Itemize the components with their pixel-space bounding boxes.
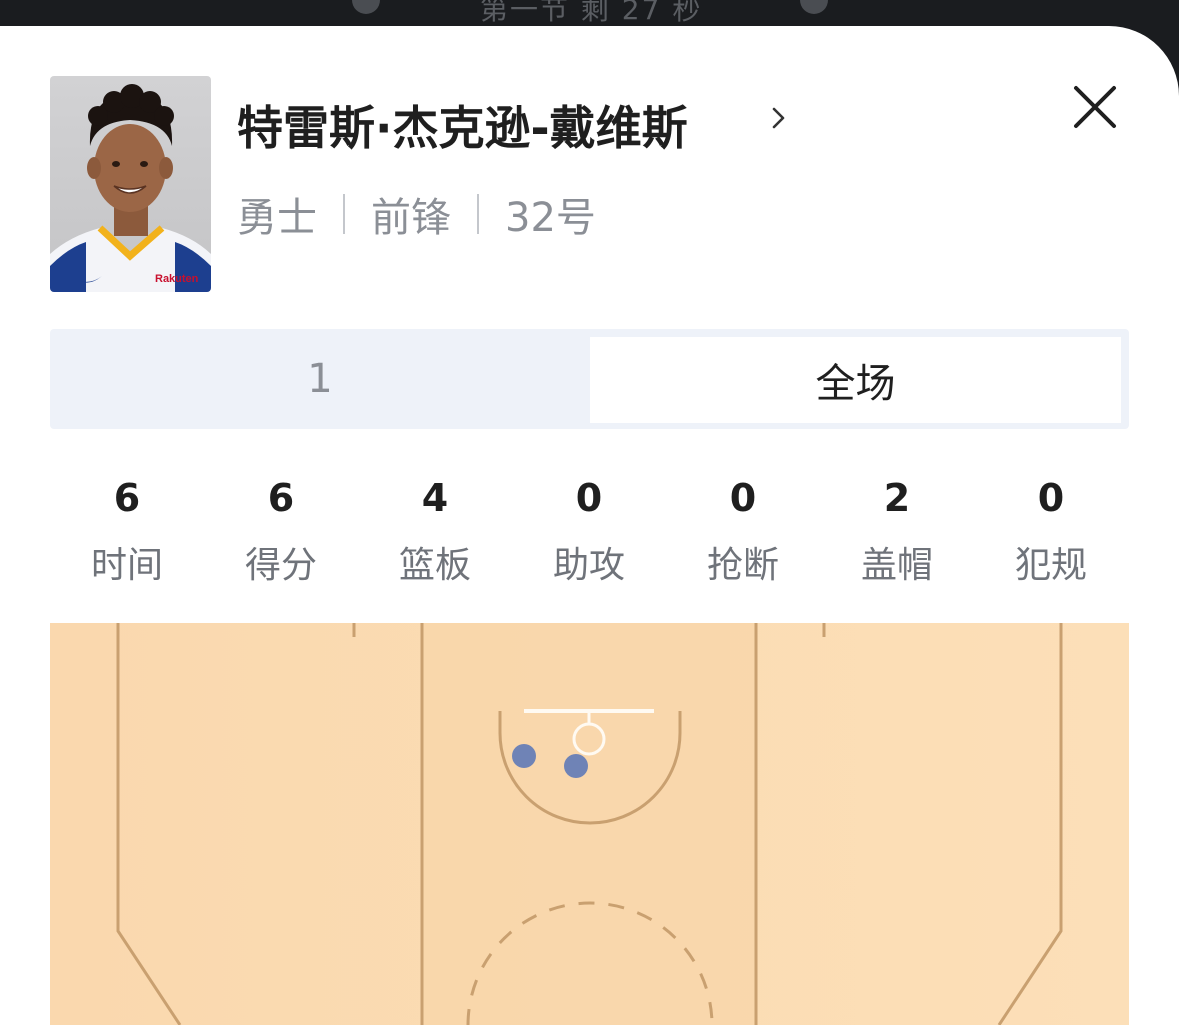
player-detail-sheet: Rakuten 特雷斯·杰克逊-戴维斯 勇士 前锋 32号 1 全场 6 时间 … xyxy=(0,26,1179,1025)
team-label: 勇士 xyxy=(237,195,317,241)
tab-period-1[interactable]: 1 xyxy=(50,329,590,429)
stat-label: 时间 xyxy=(90,545,163,586)
player-meta: 勇士 前锋 32号 xyxy=(237,190,596,241)
period-tabs: 1 全场 xyxy=(50,329,1129,429)
stat-value: 0 xyxy=(1037,476,1065,520)
game-period-text: 第一节 剩 27 秒 xyxy=(480,0,703,26)
shot-chart-court xyxy=(50,623,1129,1025)
jersey-sponsor-text: Rakuten xyxy=(155,273,199,285)
stat-assists: 0 助攻 xyxy=(534,474,644,588)
stat-label: 抢断 xyxy=(706,545,779,586)
stat-label: 犯规 xyxy=(1014,545,1087,586)
stat-rebounds: 4 篮板 xyxy=(380,474,490,588)
stat-value: 0 xyxy=(729,476,757,520)
stat-value: 6 xyxy=(113,476,141,520)
stat-blocks: 2 盖帽 xyxy=(842,474,952,588)
stat-points: 6 得分 xyxy=(226,474,336,588)
stat-value: 6 xyxy=(267,476,295,520)
team-logo-left xyxy=(352,0,380,14)
stat-label: 得分 xyxy=(244,545,317,586)
made-shot-marker xyxy=(512,744,536,768)
stat-label: 盖帽 xyxy=(860,545,933,586)
divider xyxy=(477,194,479,234)
stat-label: 篮板 xyxy=(398,545,471,586)
stat-value: 2 xyxy=(883,476,911,520)
jersey-number-label: 32号 xyxy=(505,195,596,241)
stat-value: 0 xyxy=(575,476,603,520)
stat-label: 助攻 xyxy=(552,545,625,586)
close-icon[interactable] xyxy=(1070,82,1120,132)
player-avatar: Rakuten xyxy=(50,76,211,292)
position-label: 前锋 xyxy=(371,195,451,241)
stat-fouls: 0 犯规 xyxy=(996,474,1106,588)
stats-row: 6 时间 6 得分 4 篮板 0 助攻 0 抢断 2 盖帽 0 犯规 xyxy=(50,474,1129,594)
tab-full-game[interactable]: 全场 xyxy=(590,337,1121,423)
divider xyxy=(343,194,345,234)
stat-minutes: 6 时间 xyxy=(72,474,182,588)
made-shot-marker xyxy=(564,754,588,778)
top-status-bar: 第一节 剩 27 秒 xyxy=(0,0,1179,26)
stat-steals: 0 抢断 xyxy=(688,474,798,588)
team-logo-right xyxy=(800,0,828,14)
player-name-link[interactable]: 特雷斯·杰克逊-戴维斯 xyxy=(237,92,688,158)
chevron-right-icon[interactable] xyxy=(765,104,793,132)
stat-value: 4 xyxy=(421,476,449,520)
